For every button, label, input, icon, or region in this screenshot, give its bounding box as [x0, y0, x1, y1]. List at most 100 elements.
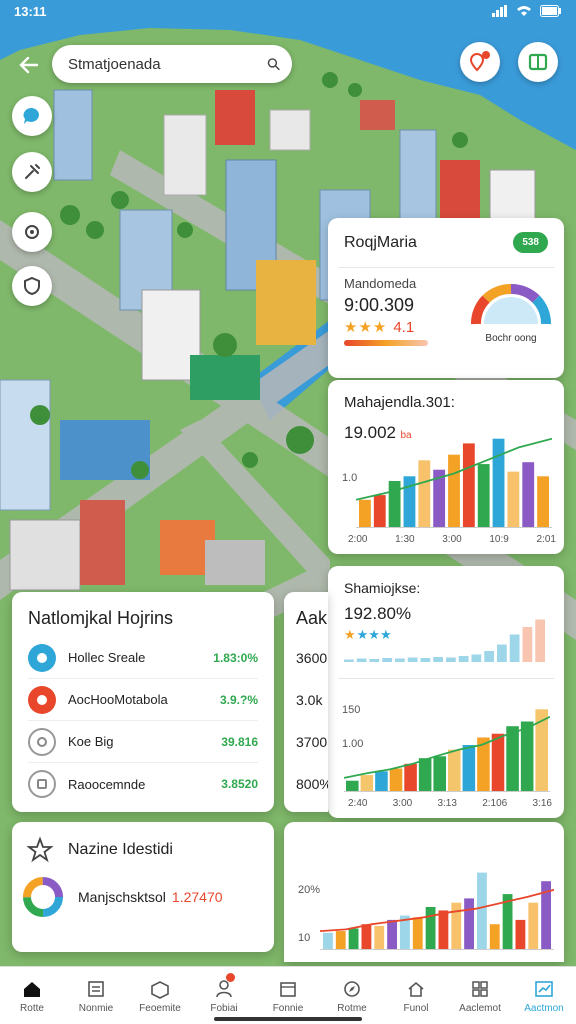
search-input[interactable] [68, 55, 267, 73]
sparkline-bar [344, 659, 354, 662]
x-tick-label: 1:30 [395, 534, 415, 545]
zone-title: Nazine Idestidi [68, 841, 173, 858]
growth-bar-chart [320, 872, 554, 950]
ranking-metric-label: Mandomeda [344, 276, 417, 291]
back-button[interactable] [14, 50, 44, 80]
ranking-card[interactable]: RoqjMaria 538 Mandomeda 9:00.309 ★★★ 4.1… [328, 218, 564, 378]
location-alert-button[interactable] [460, 42, 500, 82]
chart-bar [477, 464, 490, 528]
status-time: 13:11 [14, 3, 47, 19]
x-tick-label: 3:16 [532, 798, 552, 809]
growth-chart-card[interactable]: 20% 10 [284, 822, 564, 962]
sparkline-bar [522, 627, 533, 662]
national-row[interactable]: Hollec Sreale 1.83:0% [28, 637, 258, 679]
settings-button[interactable] [12, 212, 52, 252]
sparkline-bar [484, 651, 494, 662]
target-icon [28, 685, 56, 714]
sparkline-bar [369, 659, 380, 662]
chart-bar [403, 476, 416, 528]
trend-chart-y-label: 1.0 [342, 472, 358, 484]
shield-button[interactable] [12, 266, 52, 306]
sparkline-bar [420, 658, 431, 662]
chart-bar [375, 771, 388, 792]
share-chart-card[interactable]: Shamiojkse: 192.80% ★★★★ 150 1.00 2:40 3:… [328, 566, 564, 818]
chart-bar [477, 872, 487, 950]
nav-item[interactable]: Fonnie [256, 967, 320, 1024]
sparkline-bar [497, 644, 507, 662]
sparkline-bar [509, 634, 520, 662]
chat-button[interactable] [12, 96, 52, 136]
sparkline-bar [535, 619, 545, 662]
chart-bar [323, 932, 333, 950]
nav-item[interactable]: Funol [384, 967, 448, 1024]
chart-bar [425, 907, 436, 950]
zone-row-value: 1.27470 [171, 889, 223, 905]
nav-item-label: Funol [403, 1002, 429, 1014]
zone-card[interactable]: Nazine Idestidi Manjschsktsol 1.27470 [12, 822, 274, 952]
growth-chart-y-label-bottom: 10 [298, 932, 311, 944]
chart-bar [389, 768, 403, 792]
comparison-card[interactable]: Aak 3600 3.0k 3700 800% [284, 592, 328, 812]
x-tick-label: 3:13 [437, 798, 457, 809]
nav-item[interactable]: Rotme [320, 967, 384, 1024]
nav-item-label: Nonmie [78, 1002, 114, 1014]
chart-bar [433, 756, 446, 792]
sparkline-bar [446, 657, 456, 662]
nav-item[interactable]: Rotte [0, 967, 64, 1024]
rating-value: 4.1 [393, 318, 415, 336]
map-pin-icon [28, 643, 56, 672]
notification-badge [226, 973, 235, 982]
nav-item[interactable]: Nonmie [64, 967, 128, 1024]
national-row[interactable]: AocHooMotabola 3.9.?% [28, 679, 258, 721]
x-tick-label: 2:106 [482, 798, 508, 809]
book-icon [528, 53, 548, 71]
chart-bar [491, 733, 505, 792]
nav-item[interactable]: Aaclemot [448, 967, 512, 1024]
comparison-row-value: 3700 [296, 734, 328, 750]
chart-bar [335, 931, 346, 950]
national-row[interactable]: Raoocemnde 3.8520 [28, 763, 258, 805]
book-button[interactable] [518, 42, 558, 82]
chart-bar [507, 471, 520, 528]
sparkline-bar [395, 658, 405, 662]
comparison-row-value: 3.0k [296, 692, 323, 708]
chart-bar [515, 919, 526, 950]
nav-item-label: Rotme [337, 1002, 367, 1014]
ranking-badge[interactable]: 538 [513, 232, 548, 253]
chart-bar [346, 780, 359, 792]
chat-bubble-icon [23, 107, 40, 124]
nav-item[interactable]: Feoemite [128, 967, 192, 1024]
chart-bar [418, 460, 431, 528]
home-icon [24, 981, 40, 997]
search-bar[interactable] [52, 45, 292, 83]
status-icons [492, 5, 562, 17]
trend-bar-chart [356, 437, 552, 528]
national-card[interactable]: Natlomjkal Hojrins Hollec Sreale 1.83:0% A… [12, 592, 274, 812]
chart-bar [438, 910, 449, 950]
national-row-value: 1.83:0% [213, 650, 258, 665]
nav-item-label: Rotte [20, 1002, 44, 1014]
gauge-chart [471, 284, 551, 325]
search-icon[interactable] [267, 55, 280, 73]
chart-bar [537, 476, 549, 528]
compass-icon [344, 980, 360, 997]
ranking-title: RoqjMaria [344, 233, 417, 251]
trend-chart-card[interactable]: Mahajendla.301: 19.002 ba 1.0 2:00 1:30 3:… [328, 380, 564, 554]
share-sparkline [344, 619, 545, 662]
wifi-icon [517, 6, 531, 16]
nav-item[interactable]: Fobiai [192, 967, 256, 1024]
shield-icon [24, 276, 40, 296]
chart-bar [462, 443, 475, 528]
status-bar: 13:11 [0, 0, 576, 22]
share-chart-title: Shamiojkse: [344, 580, 421, 596]
chart-icon [535, 980, 553, 997]
chart-bar [373, 495, 386, 528]
growth-chart-y-label-top: 20% [298, 884, 321, 896]
tools-button[interactable] [12, 152, 52, 192]
x-tick-label: 3:00 [392, 798, 413, 809]
gear-icon [25, 225, 39, 239]
national-row[interactable]: Koe Big 39.816 [28, 721, 258, 763]
chart-bar [418, 758, 432, 792]
globe-icon [28, 727, 56, 756]
nav-item[interactable]: Aactmon [512, 967, 576, 1024]
